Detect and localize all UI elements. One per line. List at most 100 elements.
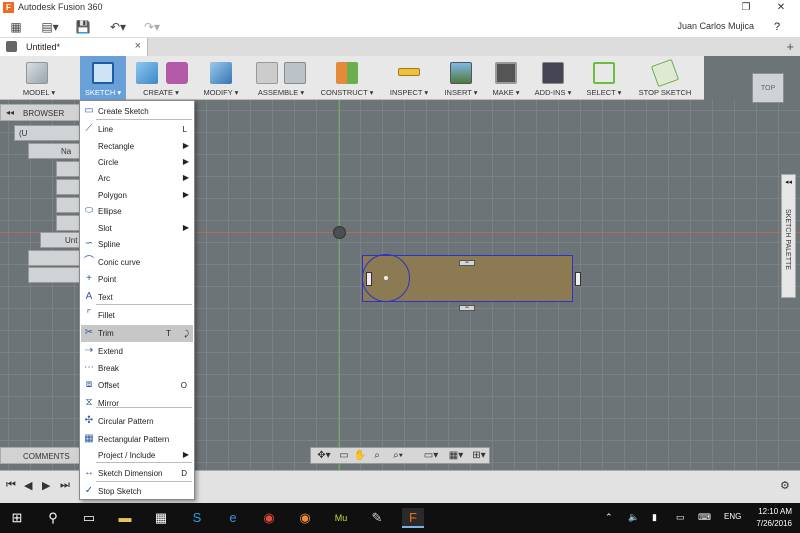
expand-palette-icon[interactable]: ◂◂ bbox=[785, 178, 792, 186]
close-tab-icon[interactable]: × bbox=[135, 40, 141, 52]
menu-item-mirror[interactable]: ⧖ Mirror bbox=[81, 395, 193, 412]
menu-item-spline[interactable]: ∽ Spline bbox=[81, 236, 193, 253]
browser-panel-header[interactable]: ◂◂ BROWSER bbox=[0, 104, 80, 121]
orbit-icon[interactable]: ✥▾ bbox=[313, 449, 335, 463]
fit-zoom-icon[interactable]: ⌕▾ bbox=[387, 449, 409, 463]
close-window-button[interactable]: ✕ bbox=[766, 0, 796, 16]
user-account-menu[interactable]: Juan Carlos Mujica bbox=[677, 21, 754, 31]
menu-item-arc[interactable]: Arc ▶ bbox=[81, 170, 193, 187]
sketch-palette-collapsed[interactable]: ◂◂ SKETCH PALETTE bbox=[781, 174, 796, 298]
document-tab[interactable]: Untitled* × bbox=[0, 38, 148, 56]
data-panel-grid-icon[interactable]: ▦ bbox=[6, 19, 26, 35]
menu-item-rectangle[interactable]: Rectangle ▶ bbox=[81, 138, 193, 155]
save-icon[interactable]: 💾 bbox=[74, 19, 92, 35]
menu-item-sketch-dimension[interactable]: ↔ Sketch Dimension D bbox=[81, 465, 193, 482]
menu-item-extend[interactable]: ⇢ Extend bbox=[81, 343, 193, 360]
display-settings-icon[interactable]: ▭▾ bbox=[419, 449, 443, 463]
browser-root-node[interactable]: (U bbox=[14, 125, 80, 141]
addins-menu-button[interactable]: ADD-INS ▾ bbox=[532, 56, 574, 100]
chrome-browser-icon[interactable]: ◉ bbox=[258, 508, 280, 528]
file-explorer-icon[interactable]: ▬ bbox=[114, 508, 136, 528]
skype-icon[interactable]: S bbox=[186, 508, 208, 528]
horizontal-constraint-top[interactable]: ═ bbox=[459, 260, 475, 266]
menu-item-line[interactable]: ⟋ Line L bbox=[81, 121, 193, 138]
step-back-icon[interactable]: ◀ bbox=[24, 479, 32, 492]
workspace-switcher-model[interactable]: MODEL ▾ bbox=[4, 56, 74, 100]
menu-item-polygon[interactable]: Polygon ▶ bbox=[81, 187, 193, 204]
vertical-constraint-right[interactable] bbox=[575, 272, 581, 286]
muse-app-icon[interactable]: Mu bbox=[330, 508, 352, 528]
make-menu-button[interactable]: MAKE ▾ bbox=[488, 56, 524, 100]
volume-icon[interactable]: 🔈 bbox=[628, 512, 639, 523]
file-menu-icon[interactable]: ▤▾ bbox=[38, 19, 62, 35]
undo-icon[interactable]: ↶▾ bbox=[104, 19, 132, 35]
browser-units-node[interactable]: Unt bbox=[40, 232, 80, 248]
horizontal-constraint-bottom[interactable]: ═ bbox=[459, 305, 475, 311]
paint-app-icon[interactable]: ✎ bbox=[366, 508, 388, 528]
keyboard-icon[interactable]: ⌨ bbox=[698, 512, 711, 523]
go-to-end-icon[interactable]: ⏭ bbox=[60, 479, 70, 492]
menu-item-ellipse[interactable]: ⬭ Ellipse bbox=[81, 203, 193, 220]
firefox-browser-icon[interactable]: ◉ bbox=[294, 508, 316, 528]
tray-expand-icon[interactable]: ⌃ bbox=[605, 512, 613, 523]
menu-item-offset[interactable]: ⧈ Offset O bbox=[81, 377, 193, 394]
look-at-icon[interactable]: ▭ bbox=[337, 449, 351, 463]
menu-item-slot[interactable]: Slot ▶ bbox=[81, 220, 193, 237]
comments-panel-header[interactable]: COMMENTS bbox=[0, 447, 80, 464]
system-clock[interactable]: 12:10 AM 7/26/2016 bbox=[756, 506, 792, 530]
network-icon[interactable]: ▮ bbox=[652, 512, 657, 523]
browser-named-views-node[interactable]: Na bbox=[28, 143, 80, 159]
grid-settings-icon[interactable]: ▦▾ bbox=[445, 449, 467, 463]
menu-item-stop-sketch[interactable]: ✓ Stop Sketch bbox=[81, 483, 193, 500]
pan-hand-icon[interactable]: ✋ bbox=[353, 449, 367, 463]
browser-view-item[interactable] bbox=[56, 215, 80, 231]
menu-item-circle[interactable]: Circle ▶ bbox=[81, 154, 193, 171]
origin-point[interactable] bbox=[333, 226, 346, 239]
help-button[interactable]: ? bbox=[764, 18, 790, 36]
repeat-command-icon[interactable]: ⤸ bbox=[184, 329, 189, 339]
menu-item-rectangular-pattern[interactable]: ▦ Rectangular Pattern bbox=[81, 431, 193, 448]
menu-item-create-sketch[interactable]: ▭ Create Sketch bbox=[81, 103, 193, 120]
step-forward-icon[interactable]: ▶ bbox=[42, 479, 50, 492]
create-menu-button[interactable]: CREATE ▾ bbox=[130, 56, 192, 100]
vertical-constraint-left[interactable] bbox=[366, 272, 372, 286]
circle-center-point[interactable] bbox=[384, 276, 388, 280]
inspect-menu-button[interactable]: INSPECT ▾ bbox=[386, 56, 432, 100]
assemble-menu-button[interactable]: ASSEMBLE ▾ bbox=[250, 56, 312, 100]
task-view-icon[interactable]: ▭ bbox=[78, 508, 100, 528]
select-menu-button[interactable]: SELECT ▾ bbox=[584, 56, 624, 100]
browser-sketches-node[interactable] bbox=[28, 267, 80, 283]
insert-menu-button[interactable]: INSERT ▾ bbox=[440, 56, 482, 100]
restore-button[interactable]: ❐ bbox=[731, 0, 761, 16]
browser-view-item[interactable] bbox=[56, 161, 80, 177]
view-cube[interactable]: TOP bbox=[752, 73, 784, 103]
construct-menu-button[interactable]: CONSTRUCT ▾ bbox=[318, 56, 376, 100]
stop-sketch-button[interactable]: STOP SKETCH bbox=[636, 56, 694, 100]
menu-item-project-include[interactable]: Project / Include ▶ bbox=[81, 447, 193, 464]
edge-browser-icon[interactable]: e bbox=[222, 508, 244, 528]
notifications-icon[interactable]: ▭ bbox=[676, 512, 685, 523]
menu-item-fillet[interactable]: ⌜ Fillet bbox=[81, 307, 193, 324]
fusion360-taskbar-icon[interactable]: F bbox=[402, 508, 424, 528]
windows-start-icon[interactable]: ⊞ bbox=[6, 508, 28, 528]
menu-item-point[interactable]: + Point bbox=[81, 271, 193, 288]
zoom-icon[interactable]: ⌕ bbox=[369, 449, 385, 463]
modify-menu-button[interactable]: MODIFY ▾ bbox=[198, 56, 244, 100]
timeline-settings-gear-icon[interactable]: ⚙ bbox=[780, 479, 790, 492]
go-to-start-icon[interactable]: ⏮ bbox=[6, 479, 16, 492]
browser-view-item[interactable] bbox=[56, 197, 80, 213]
redo-icon[interactable]: ↷▾ bbox=[138, 19, 166, 35]
menu-item-conic-curve[interactable]: ⌒ Conic curve bbox=[81, 254, 193, 271]
collapse-browser-icon[interactable]: ◂◂ bbox=[6, 108, 14, 117]
menu-item-text[interactable]: A Text bbox=[81, 289, 193, 306]
search-icon[interactable]: ⚲ bbox=[42, 508, 64, 528]
browser-origin-node[interactable] bbox=[28, 250, 80, 266]
sketch-menu-button[interactable]: SKETCH ▾ bbox=[80, 56, 126, 100]
menu-item-trim[interactable]: ✂ Trim T ⤸ bbox=[81, 325, 193, 342]
menu-item-circular-pattern[interactable]: ✣ Circular Pattern bbox=[81, 413, 193, 430]
new-tab-button[interactable]: + bbox=[786, 39, 794, 54]
viewports-icon[interactable]: ⊞▾ bbox=[469, 449, 489, 463]
browser-view-item[interactable] bbox=[56, 179, 80, 195]
menu-item-break[interactable]: ⋯ Break bbox=[81, 360, 193, 377]
store-icon[interactable]: ▦ bbox=[150, 508, 172, 528]
